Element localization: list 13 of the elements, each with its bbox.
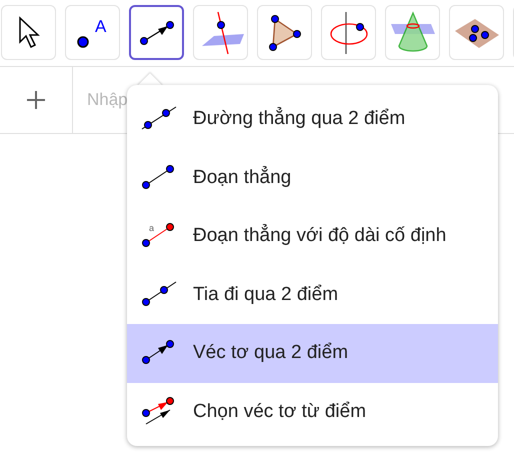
menu-item[interactable]: a Đoạn thẳng với độ dài cố định (127, 207, 498, 266)
menu-item[interactable]: Véc tơ qua 2 điểm (127, 324, 498, 382)
tool-button[interactable] (129, 5, 184, 60)
triangle-icon (268, 14, 302, 50)
line-icon (141, 280, 179, 309)
point-label: A (94, 16, 106, 36)
menu-item[interactable]: Đoạn thẳng (127, 148, 498, 207)
tool-button[interactable]: A (65, 5, 120, 60)
vector-icon (140, 20, 174, 44)
menu-item[interactable]: Tia đi qua 2 điểm (127, 266, 498, 324)
cursor-icon (18, 16, 40, 50)
plus-icon (26, 90, 46, 110)
menu-item[interactable]: Chọn véc tơ từ điểm (127, 382, 498, 441)
